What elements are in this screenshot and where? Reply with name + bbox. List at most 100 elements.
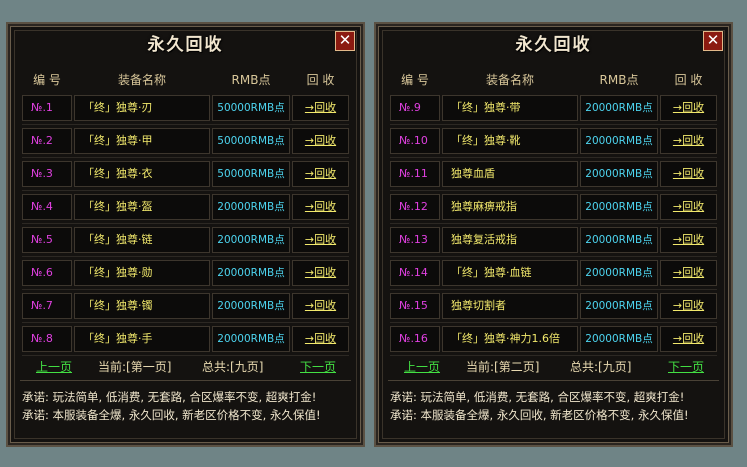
current-page: 当前:[第二页] <box>466 360 540 374</box>
recycle-panel-left: 永久回收 ✕ 编 号 装备名称 RMB点 回 收 №.1 「终」独尊·刃 50000… <box>6 22 365 447</box>
table-header: 编 号 装备名称 RMB点 回 收 <box>390 68 717 90</box>
recycle-button[interactable]: →回收 <box>660 227 717 253</box>
item-name: 独尊血盾 <box>442 161 578 187</box>
item-number: №.5 <box>22 227 72 253</box>
promise-line: 承诺: 本服装备全爆, 永久回收, 新老区价格不变, 永久保值! <box>390 408 689 422</box>
recycle-button[interactable]: →回收 <box>660 326 717 352</box>
panel-title: 永久回收 <box>515 35 592 55</box>
table-row: №.12 独尊麻痹戒指 20000RMB点 →回收 <box>390 191 717 224</box>
divider <box>20 380 351 381</box>
item-number: №.1 <box>22 95 72 121</box>
total-pages: 总共:[九页] <box>570 360 632 374</box>
table-row: №.6 「终」独尊·勋 20000RMB点 →回收 <box>22 257 349 290</box>
item-number: №.15 <box>390 293 440 319</box>
item-number: №.4 <box>22 194 72 220</box>
total-pages: 总共:[九页] <box>202 360 264 374</box>
table-row: №.10 「终」独尊·靴 20000RMB点 →回收 <box>390 125 717 158</box>
item-list: №.1 「终」独尊·刃 50000RMB点 →回收 №.2 「终」独尊·甲 50000RM… <box>22 92 349 356</box>
item-name: 「终」独尊·靴 <box>442 128 578 154</box>
table-row: №.14 「终」独尊·血链 20000RMB点 →回收 <box>390 257 717 290</box>
table-row: №.13 独尊复活戒指 20000RMB点 →回收 <box>390 224 717 257</box>
item-price: 50000RMB点 <box>212 128 290 154</box>
table-row: №.11 独尊血盾 20000RMB点 →回收 <box>390 158 717 191</box>
item-price: 20000RMB点 <box>580 293 658 319</box>
item-price: 20000RMB点 <box>580 227 658 253</box>
recycle-button[interactable]: →回收 <box>660 128 717 154</box>
prev-page-link[interactable]: 上一页 <box>36 358 72 375</box>
recycle-button[interactable]: →回收 <box>292 326 349 352</box>
header-no: 编 号 <box>33 73 61 87</box>
recycle-button[interactable]: →回收 <box>660 293 717 319</box>
prev-page-link[interactable]: 上一页 <box>404 358 440 375</box>
recycle-panel-right: 永久回收 ✕ 编 号 装备名称 RMB点 回 收 №.9 「终」独尊·带 20000… <box>374 22 733 447</box>
item-price: 20000RMB点 <box>212 227 290 253</box>
recycle-button[interactable]: →回收 <box>292 161 349 187</box>
item-price: 20000RMB点 <box>212 326 290 352</box>
item-number: №.3 <box>22 161 72 187</box>
item-number: №.12 <box>390 194 440 220</box>
item-price: 20000RMB点 <box>212 260 290 286</box>
close-button[interactable]: ✕ <box>335 31 355 51</box>
table-header: 编 号 装备名称 RMB点 回 收 <box>22 68 349 90</box>
recycle-button[interactable]: →回收 <box>660 194 717 220</box>
item-name: 「终」独尊·镯 <box>74 293 210 319</box>
table-row: №.3 「终」独尊·衣 50000RMB点 →回收 <box>22 158 349 191</box>
promise-line: 承诺: 本服装备全爆, 永久回收, 新老区价格不变, 永久保值! <box>22 408 321 422</box>
promise-line: 承诺: 玩法简单, 低消费, 无套路, 合区爆率不变, 超爽打金! <box>390 390 685 404</box>
recycle-button[interactable]: →回收 <box>660 161 717 187</box>
item-name: 「终」独尊·带 <box>442 95 578 121</box>
item-name: 「终」独尊·血链 <box>442 260 578 286</box>
table-row: №.1 「终」独尊·刃 50000RMB点 →回收 <box>22 92 349 125</box>
panel-title: 永久回收 <box>147 35 224 55</box>
header-price: RMB点 <box>599 73 639 87</box>
pagination: 上一页 当前:[第一页] 总共:[九页] 下一页 <box>22 356 349 376</box>
recycle-button[interactable]: →回收 <box>292 194 349 220</box>
close-button[interactable]: ✕ <box>703 31 723 51</box>
table-row: №.7 「终」独尊·镯 20000RMB点 →回收 <box>22 290 349 323</box>
item-price: 20000RMB点 <box>580 128 658 154</box>
item-number: №.13 <box>390 227 440 253</box>
next-page-link[interactable]: 下一页 <box>668 358 704 375</box>
item-name: 「终」独尊·甲 <box>74 128 210 154</box>
table-row: №.4 「终」独尊·盔 20000RMB点 →回收 <box>22 191 349 224</box>
header-action: 回 收 <box>306 73 335 87</box>
item-name: 独尊复活戒指 <box>442 227 578 253</box>
current-page: 当前:[第一页] <box>98 360 172 374</box>
table-row: №.8 「终」独尊·手 20000RMB点 →回收 <box>22 323 349 356</box>
item-name: 「终」独尊·刃 <box>74 95 210 121</box>
recycle-button[interactable]: →回收 <box>292 260 349 286</box>
header-price: RMB点 <box>231 73 271 87</box>
recycle-button[interactable]: →回收 <box>292 293 349 319</box>
table-row: №.5 「终」独尊·链 20000RMB点 →回收 <box>22 224 349 257</box>
item-name: 「终」独尊·手 <box>74 326 210 352</box>
recycle-button[interactable]: →回收 <box>292 227 349 253</box>
item-name: 独尊麻痹戒指 <box>442 194 578 220</box>
pagination: 上一页 当前:[第二页] 总共:[九页] 下一页 <box>390 356 717 376</box>
recycle-button[interactable]: →回收 <box>660 95 717 121</box>
header-name: 装备名称 <box>485 73 534 87</box>
divider <box>388 380 719 381</box>
item-number: №.7 <box>22 293 72 319</box>
promise-notes: 承诺: 玩法简单, 低消费, 无套路, 合区爆率不变, 超爽打金! 承诺: 本服… <box>390 388 723 424</box>
item-number: №.2 <box>22 128 72 154</box>
item-price: 20000RMB点 <box>212 293 290 319</box>
item-number: №.11 <box>390 161 440 187</box>
item-number: №.16 <box>390 326 440 352</box>
recycle-button[interactable]: →回收 <box>660 260 717 286</box>
item-number: №.8 <box>22 326 72 352</box>
item-price: 50000RMB点 <box>212 161 290 187</box>
next-page-link[interactable]: 下一页 <box>300 358 336 375</box>
item-price: 20000RMB点 <box>580 194 658 220</box>
item-name: 「终」独尊·链 <box>74 227 210 253</box>
header-name: 装备名称 <box>117 73 166 87</box>
item-list: №.9 「终」独尊·带 20000RMB点 →回收 №.10 「终」独尊·靴 20000R… <box>390 92 717 356</box>
header-no: 编 号 <box>401 73 429 87</box>
item-price: 20000RMB点 <box>580 95 658 121</box>
item-price: 50000RMB点 <box>212 95 290 121</box>
recycle-button[interactable]: →回收 <box>292 128 349 154</box>
item-name: 独尊切割者 <box>442 293 578 319</box>
recycle-button[interactable]: →回收 <box>292 95 349 121</box>
item-number: №.10 <box>390 128 440 154</box>
table-row: №.9 「终」独尊·带 20000RMB点 →回收 <box>390 92 717 125</box>
item-price: 20000RMB点 <box>212 194 290 220</box>
